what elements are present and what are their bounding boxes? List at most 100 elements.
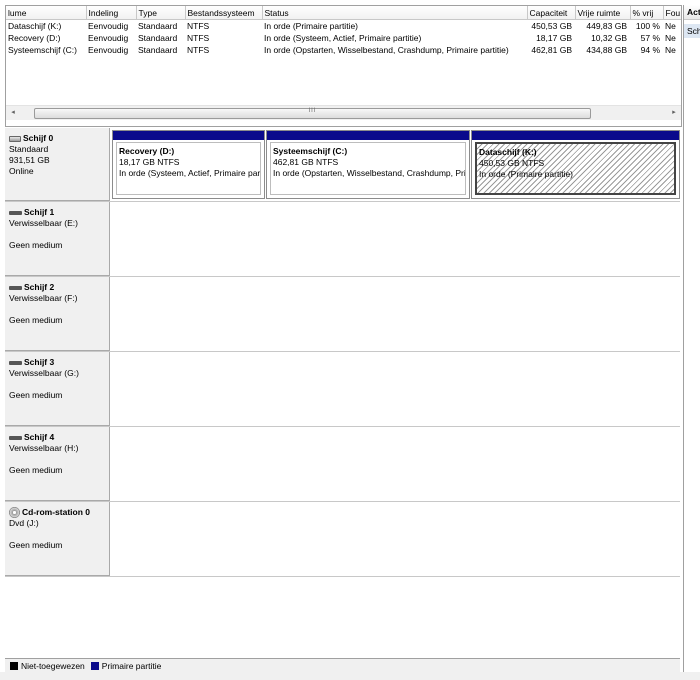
volume-layout: Eenvoudig (88, 45, 129, 55)
table-header-row: lume Indeling Type Bestandssysteem Statu… (6, 6, 681, 20)
disk-type: Standaard (9, 144, 49, 154)
disk-type: Verwisselbaar (G:) (9, 368, 79, 378)
volume-percent-free: 57 % (640, 33, 660, 43)
disk-info[interactable]: Schijf 3 Verwisselbaar (G:) Geen medium (5, 352, 110, 426)
volume-type: Standaard (138, 45, 178, 55)
volume-percent-free: 100 % (635, 21, 660, 31)
column-header-volume[interactable]: lume (6, 6, 87, 20)
volume-filesystem: NTFS (187, 21, 210, 31)
legend: Niet-toegewezen Primaire partitie (5, 658, 680, 672)
volume-status: In orde (Opstarten, Wisselbestand, Crash… (264, 45, 509, 55)
actions-item[interactable]: Sch (684, 24, 700, 38)
partition-status: In orde (Opstarten, Wisselbestand, Crash… (273, 168, 466, 178)
horizontal-scrollbar[interactable]: ◂ III ▸ (6, 105, 681, 120)
hdd-icon (9, 135, 21, 142)
column-header-layout[interactable]: Indeling (86, 6, 137, 20)
usb-drive-icon (9, 435, 22, 440)
primary-partition-bar (113, 131, 264, 140)
usb-drive-icon (9, 210, 22, 215)
partition-title: Dataschijf (K:) (479, 147, 537, 157)
disk-row-0: Schijf 0 Standaard 931,51 GB Online Reco… (5, 128, 680, 202)
disk-name: Schijf 3 (24, 357, 55, 367)
scrollbar-grip: III (308, 108, 317, 114)
disk-row-5: Cd-rom-station 0 Dvd (J:) Geen medium (5, 502, 680, 577)
volume-free-space: 434,88 GB (586, 45, 627, 55)
volume-name: Systeemschijf (C:) (8, 45, 77, 55)
scroll-left-icon[interactable]: ◂ (6, 106, 20, 120)
partition-size: 450,53 GB NTFS (479, 158, 545, 168)
volume-filesystem: NTFS (187, 45, 210, 55)
disk-state: Geen medium (9, 390, 63, 400)
disk-info[interactable]: Schijf 2 Verwisselbaar (F:) Geen medium (5, 277, 110, 351)
status-bar (0, 672, 700, 680)
disk-info[interactable]: Schijf 4 Verwisselbaar (H:) Geen medium (5, 427, 110, 501)
disk-state: Geen medium (9, 540, 63, 550)
volume-type: Standaard (138, 33, 178, 43)
primary-partition-swatch (90, 661, 99, 670)
disk-type: Verwisselbaar (E:) (9, 218, 78, 228)
disk-type: Dvd (J:) (9, 518, 39, 528)
volume-layout: Eenvoudig (88, 33, 129, 43)
partition-size: 18,17 GB NTFS (119, 157, 180, 167)
table-row[interactable]: Recovery (D:) Eenvoudig Standaard NTFS I… (6, 32, 681, 44)
partition-status: In orde (Primaire partitie) (479, 169, 574, 179)
partition-size: 462,81 GB NTFS (273, 157, 339, 167)
scrollbar-thumb[interactable]: III (34, 108, 591, 119)
disk-name: Schijf 2 (24, 282, 55, 292)
table-row[interactable]: Dataschijf (K:) Eenvoudig Standaard NTFS… (6, 20, 681, 33)
volume-free-space: 10,32 GB (591, 33, 627, 43)
disk-row-2: Schijf 2 Verwisselbaar (F:) Geen medium (5, 277, 680, 352)
partition-systeemschijf[interactable]: Systeemschijf (C:) 462,81 GB NTFS In ord… (266, 130, 470, 199)
column-header-capacity[interactable]: Capaciteit (527, 6, 576, 20)
legend-unallocated: Niet-toegewezen (21, 660, 85, 671)
disk-row-3: Schijf 3 Verwisselbaar (G:) Geen medium (5, 352, 680, 427)
disk-info[interactable]: Schijf 1 Verwisselbaar (E:) Geen medium (5, 202, 110, 276)
unallocated-swatch (10, 661, 18, 670)
volume-fault-tolerance: Ne (665, 21, 676, 31)
actions-header: Act (684, 5, 700, 20)
disk-name: Schijf 1 (24, 207, 55, 217)
scroll-right-icon[interactable]: ▸ (667, 106, 681, 120)
column-header-filesystem[interactable]: Bestandssysteem (185, 6, 263, 20)
volume-table: lume Indeling Type Bestandssysteem Statu… (6, 6, 681, 56)
partition-title: Recovery (D:) (119, 146, 175, 156)
disk-info[interactable]: Cd-rom-station 0 Dvd (J:) Geen medium (5, 502, 110, 576)
volume-filesystem: NTFS (187, 33, 210, 43)
volume-capacity: 18,17 GB (536, 33, 572, 43)
primary-partition-bar (472, 131, 679, 140)
usb-drive-icon (9, 285, 22, 290)
column-header-type[interactable]: Type (136, 6, 186, 20)
legend-primary-partition: Primaire partitie (101, 660, 162, 671)
partition-dataschijf[interactable]: Dataschijf (K:) 450,53 GB NTFS In orde (… (471, 130, 680, 199)
volume-layout: Eenvoudig (88, 21, 129, 31)
disk-state: Geen medium (9, 465, 63, 475)
partition-title: Systeemschijf (C:) (273, 146, 348, 156)
column-header-free-space[interactable]: Vrije ruimte (575, 6, 631, 20)
volume-list-pane[interactable]: lume Indeling Type Bestandssysteem Statu… (5, 5, 682, 127)
partition-status: In orde (Systeem, Actief, Primaire parti… (119, 168, 261, 178)
column-header-percent-free[interactable]: % vrij (630, 6, 664, 20)
disk-name: Schijf 4 (24, 432, 55, 442)
disk-row-1: Schijf 1 Verwisselbaar (E:) Geen medium (5, 202, 680, 277)
disk-name: Schijf 0 (23, 133, 54, 143)
disk-name: Cd-rom-station 0 (22, 507, 90, 517)
volume-capacity: 462,81 GB (531, 45, 572, 55)
disk-row-4: Schijf 4 Verwisselbaar (H:) Geen medium (5, 427, 680, 502)
column-header-status[interactable]: Status (262, 6, 528, 20)
actions-pane: Act Sch (683, 5, 700, 680)
table-row[interactable]: Systeemschijf (C:) Eenvoudig Standaard N… (6, 44, 681, 56)
volume-status: In orde (Primaire partitie) (264, 21, 359, 31)
partition-recovery[interactable]: Recovery (D:) 18,17 GB NTFS In orde (Sys… (112, 130, 265, 199)
volume-percent-free: 94 % (640, 45, 660, 55)
disk-size: 931,51 GB (9, 155, 50, 165)
volume-fault-tolerance: Ne (665, 45, 676, 55)
volume-fault-tolerance: Ne (665, 33, 676, 43)
volume-capacity: 450,53 GB (531, 21, 572, 31)
usb-drive-icon (9, 360, 22, 365)
disk-info[interactable]: Schijf 0 Standaard 931,51 GB Online (5, 128, 110, 201)
column-header-fault-tolerance[interactable]: Fou (663, 6, 681, 20)
volume-name: Dataschijf (K:) (8, 21, 62, 31)
disk-type: Verwisselbaar (F:) (9, 293, 78, 303)
disk-state: Online (9, 166, 34, 176)
disk-state: Geen medium (9, 240, 63, 250)
